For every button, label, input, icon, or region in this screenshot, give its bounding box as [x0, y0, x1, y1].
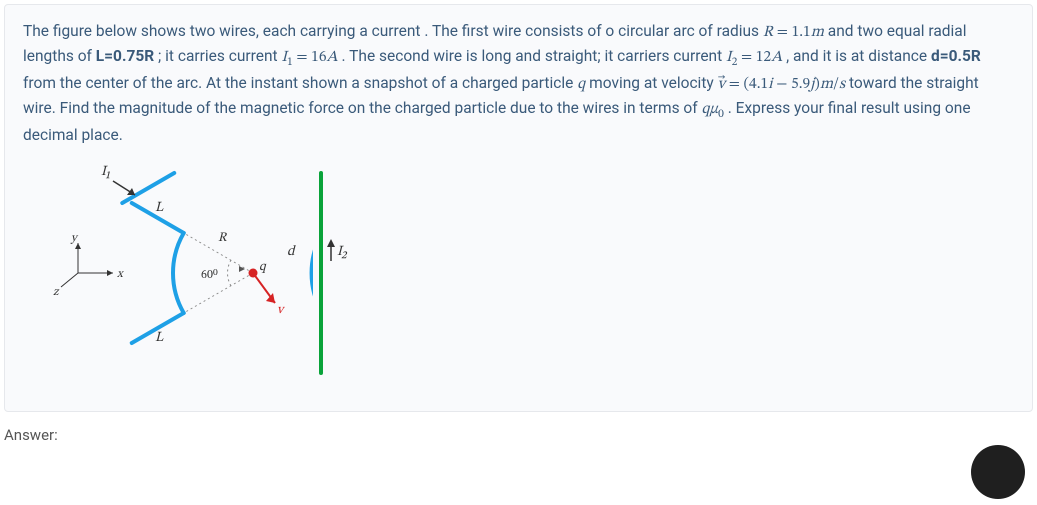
eq-v: v⃗ = (4.1i − 5.9j)m/s — [718, 76, 846, 92]
q-label: q — [259, 261, 267, 274]
I1-label: I₁ — [101, 165, 111, 179]
text-frag: . The second wire is long and straight; … — [342, 47, 726, 65]
velocity-arrowhead-icon — [266, 293, 275, 303]
eq-radius: R = 1.1m — [763, 24, 824, 40]
R-label: R — [218, 232, 227, 245]
d-label: d — [287, 245, 296, 259]
angle-label: 60⁰ — [201, 269, 218, 281]
eq-I2: I2 = 12A — [726, 49, 782, 65]
text-frag: ; it carries current — [158, 47, 281, 65]
question-text: The figure below shows two wires, each c… — [23, 19, 1014, 147]
L-top-label: L — [155, 201, 164, 215]
axis-z-label: z — [53, 286, 60, 298]
axis-x-label: x — [116, 268, 124, 280]
figure: x y z I₁ — [53, 153, 413, 393]
eq-I1: I1 = 16A — [281, 49, 337, 65]
text-frag: from the center of the arc. At the insta… — [23, 74, 577, 92]
text-frag: moving at velocity — [589, 74, 717, 92]
eq-L: L=0.75R — [96, 47, 154, 65]
L-bot-label: L — [155, 331, 164, 345]
text-frag: The figure below shows two wires, each c… — [23, 22, 763, 40]
angle-construction — [184, 233, 253, 313]
text-frag: , and it is at distance — [786, 47, 931, 65]
chat-bubble-icon[interactable] — [971, 445, 1025, 499]
eq-d: d=0.5R — [931, 47, 981, 65]
I1-arrow-icon — [113, 181, 135, 195]
wire-1-radials — [132, 203, 184, 343]
var-q: q — [577, 76, 585, 92]
eq-qmu0: qμ0 — [701, 101, 723, 117]
question-card: The figure below shows two wires, each c… — [4, 4, 1033, 412]
axes-icon — [61, 243, 113, 287]
axis-y-label: y — [70, 232, 79, 244]
center-dir-icon — [239, 266, 245, 272]
figure-svg: x y z I₁ — [53, 153, 413, 393]
v-label: v — [277, 304, 286, 317]
answer-label: Answer: — [4, 426, 1037, 444]
I2-label: I₂ — [337, 245, 348, 259]
